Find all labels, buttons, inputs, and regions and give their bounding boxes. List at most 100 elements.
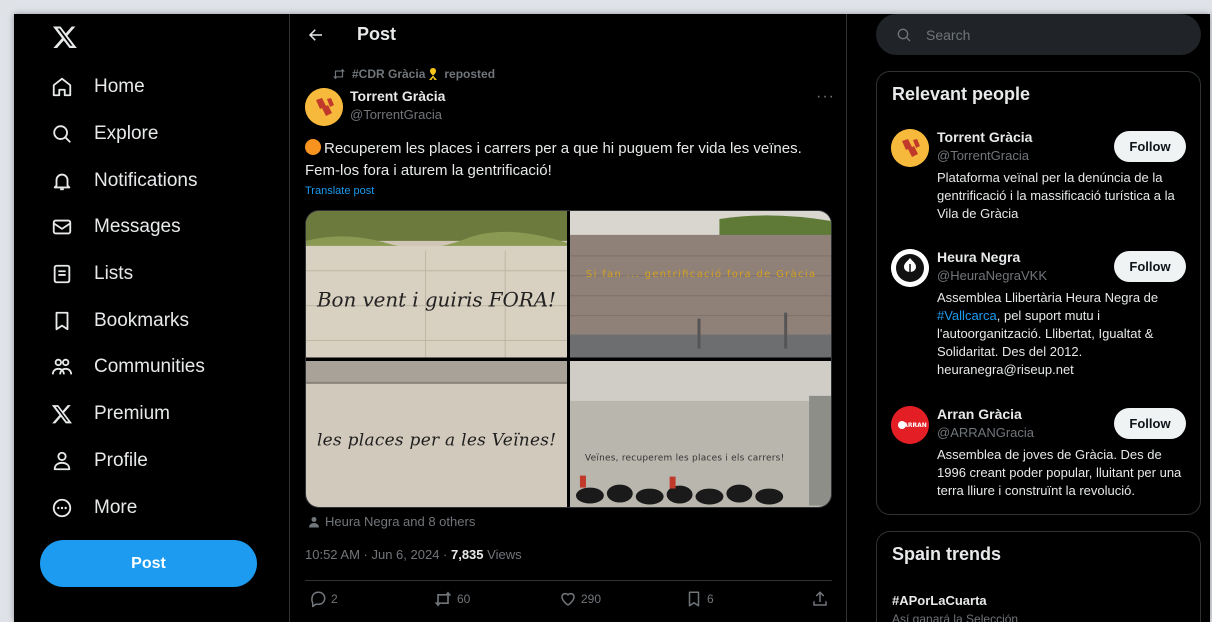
media-image[interactable]: Bon vent i guiris FORA! [306,211,567,358]
avatar[interactable] [891,129,929,167]
nav-label: Profile [94,450,148,471]
bell-icon [50,169,74,193]
home-icon [50,75,74,99]
image-caption: Veïnes, recuperem les places i els carre… [585,453,784,463]
trend-item[interactable]: #APorLaCuarta [892,593,987,608]
person-icon [309,516,319,527]
views-label: Views [483,547,522,562]
envelope-icon [50,215,74,239]
heart-icon [561,592,575,606]
bookmark-icon [50,309,74,333]
follow-button[interactable]: Follow [1114,408,1186,439]
follow-button[interactable]: Follow [1114,131,1186,162]
nav-label: Premium [94,403,171,424]
media-image[interactable]: les places per a les Veïnes! [306,360,567,507]
media-grid: Bon vent i guiris FORA! Si fan ... gentr… [305,210,832,508]
list-icon [50,262,74,286]
x-logo-icon [50,402,74,426]
media-image[interactable]: Veïnes, recuperem les places i els carre… [570,360,831,507]
post-button[interactable]: Post [40,540,257,587]
right-sidebar: Relevant people Torrent Gràcia @TorrentG… [876,14,1210,622]
panel-title: Relevant people [892,84,1031,104]
divider [305,580,832,581]
like-button[interactable]: 290 [559,590,601,608]
image-caption: Si fan ... gentrificació fora de Gràcia [586,268,815,280]
back-arrow-icon[interactable] [307,26,325,44]
avatar-text: ARRAN [903,422,927,429]
repost-icon [333,68,345,80]
repost-button[interactable]: 60 [433,590,470,608]
trend-subtitle: Así ganará la Selección [892,612,1019,622]
more-circle-icon [50,496,74,520]
media-image[interactable]: Si fan ... gentrificació fora de Gràcia [570,211,831,358]
person-card[interactable]: Torrent Gràcia @TorrentGracia Follow Pla… [877,129,1202,229]
nav-notifications[interactable]: Notifications [50,161,198,201]
left-navigation: Home Explore Notifications Messages List… [14,14,289,622]
author-name[interactable]: Torrent Gràcia [350,88,445,104]
nav-bookmarks[interactable]: Bookmarks [50,301,189,341]
reply-count: 2 [331,592,338,606]
tweet-body: Recuperem les places i carrers per a que… [305,140,802,179]
views-count: 7,835 [450,547,484,562]
reply-button[interactable]: 2 [309,590,338,608]
author-handle[interactable]: @TorrentGracia [350,107,442,122]
person-icon [50,449,74,473]
bio-text: Assemblea Llibertària Heura Negra de [937,290,1159,305]
avatar[interactable]: ARRAN [891,406,929,444]
main-column: Post #CDR Gràcia reposted Torrent Gràcia… [289,14,847,622]
person-bio: Assemblea de joves de Gràcia. Des de 199… [937,447,1182,498]
person-handle[interactable]: @TorrentGracia [937,148,1029,163]
nav-profile[interactable]: Profile [50,441,148,481]
nav-label: Bookmarks [94,310,190,331]
person-handle[interactable]: @ARRANGracia [937,425,1034,440]
app-frame: Home Explore Notifications Messages List… [14,14,1210,622]
nav-label: Messages [94,216,181,237]
more-options-icon[interactable]: ··· [816,88,835,106]
nav-more[interactable]: More [50,488,137,528]
nav-home[interactable]: Home [50,67,145,107]
search-icon [50,122,74,146]
search-bar[interactable] [876,14,1201,55]
panel-title: Spain trends [892,544,1002,564]
hashtag-link[interactable]: #Vallcarca [937,308,997,323]
trends-panel: Spain trends #APorLaCuarta Así ganará la… [876,531,1201,622]
nav-label: Lists [94,263,134,284]
search-icon [897,28,911,41]
nav-label: Notifications [94,170,198,191]
translate-post-link[interactable]: Translate post [305,185,374,197]
person-name[interactable]: Torrent Gràcia [937,129,1032,145]
nav-premium[interactable]: Premium [50,394,170,434]
reply-icon [311,591,326,608]
nav-label: Explore [94,123,159,144]
nav-label: Communities [94,356,205,377]
people-icon [50,355,74,379]
page-title: Post [357,24,397,44]
share-button[interactable] [811,590,833,608]
person-bio: Plataforma veïnal per la denúncia de la … [937,170,1175,221]
liked-by[interactable]: Heura Negra and 8 others [308,514,475,529]
author-avatar[interactable] [305,88,343,126]
nav-explore[interactable]: Explore [50,114,158,154]
person-name[interactable]: Heura Negra [937,249,1020,265]
avatar[interactable] [891,249,929,287]
repost-indicator: #CDR Gràcia reposted [332,67,495,81]
repost-count: 60 [457,592,471,606]
nav-messages[interactable]: Messages [50,207,181,247]
bookmark-button[interactable]: 6 [685,590,714,608]
tweet-time[interactable]: 10:52 AM · Jun 6, 2024 · [305,547,451,562]
repost-icon [434,591,452,607]
nav-lists[interactable]: Lists [50,254,133,294]
person-card[interactable]: Heura Negra @HeuraNegraVKK Follow Assemb… [877,249,1202,385]
person-handle[interactable]: @HeuraNegraVKK [937,268,1047,283]
person-name[interactable]: Arran Gràcia [937,406,1022,422]
bookmark-count: 6 [707,592,714,606]
reposter-name[interactable]: #CDR Gràcia [352,67,425,81]
follow-button[interactable]: Follow [1114,251,1186,282]
search-input[interactable] [926,26,1166,43]
person-bio: Assemblea Llibertària Heura Negra de #Va… [937,289,1189,379]
person-card[interactable]: ARRAN Arran Gràcia @ARRANGracia Follow A… [877,406,1202,506]
yellow-ribbon-icon [429,68,438,80]
x-logo-icon[interactable] [52,24,78,50]
relevant-people-panel: Relevant people Torrent Gràcia @TorrentG… [876,71,1201,515]
nav-communities[interactable]: Communities [50,347,205,387]
